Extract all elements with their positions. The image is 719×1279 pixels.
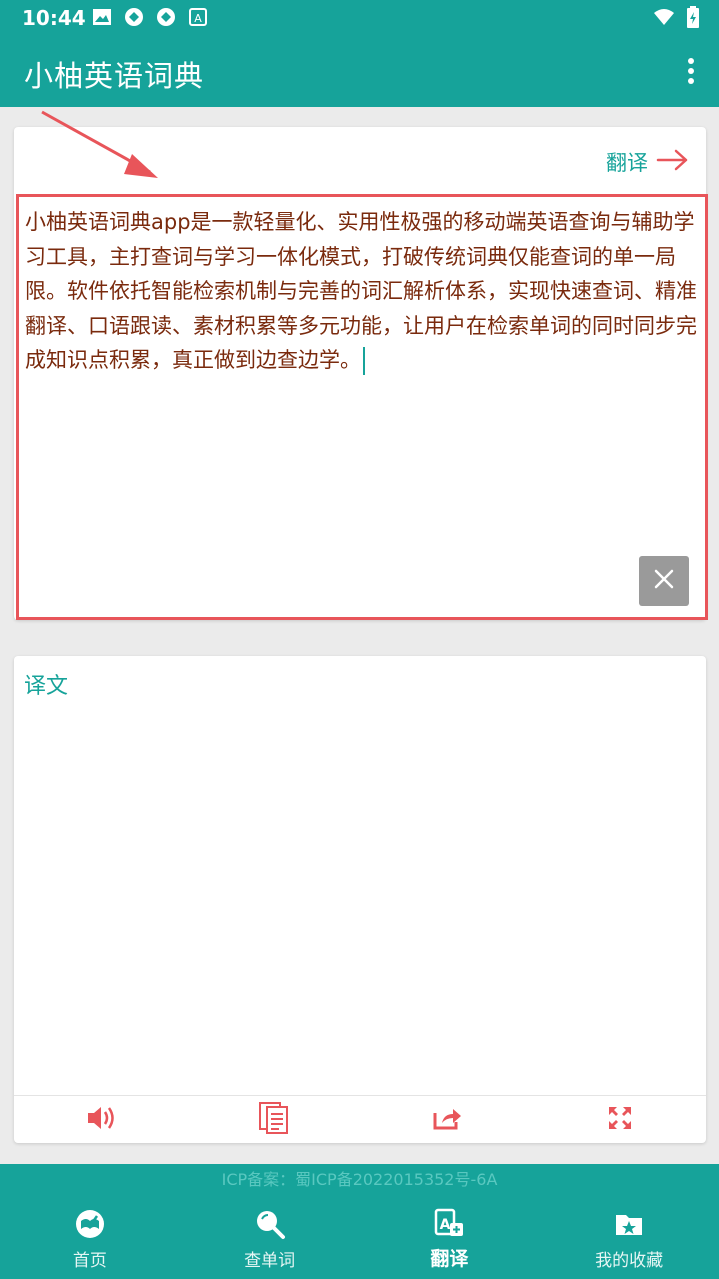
bottom-navigation: 首页 查单词 A 翻译 我的收藏 [0,1196,719,1279]
wifi-icon [653,8,675,30]
translate-button-label: 翻译 [606,151,648,175]
source-text-content[interactable]: 小柚英语词典app是一款轻量化、实用性极强的移动端英语查询与辅助学习工具，主打查… [25,205,701,378]
overflow-menu-icon[interactable] [685,58,697,86]
clear-input-button[interactable] [639,556,689,606]
translation-result-card: 译文 [14,656,706,1143]
nav-favorites[interactable]: 我的收藏 [539,1196,719,1279]
fullscreen-icon [607,1105,633,1135]
copy-document-icon [258,1101,290,1139]
app-logo-icon-2 [156,7,176,27]
fullscreen-button[interactable] [533,1096,706,1143]
nav-lookup-label: 查单词 [244,1251,296,1271]
speaker-icon [86,1104,116,1136]
status-bar: 10:44 A [0,0,719,36]
home-book-icon [74,1208,106,1240]
svg-text:A: A [194,12,202,25]
share-icon [432,1105,462,1135]
translate-button[interactable]: 翻译 [606,147,690,177]
nav-favorites-label: 我的收藏 [595,1251,664,1271]
svg-text:A: A [440,1217,451,1233]
nav-home-label: 首页 [72,1251,107,1271]
close-icon [654,569,674,593]
icp-record: ICP备案：蜀ICP备2022015352号-6A [0,1164,719,1196]
app-bar: 小柚英语词典 [0,36,719,107]
battery-icon [687,6,699,32]
result-toolbar [14,1096,706,1143]
result-label: 译文 [24,674,69,699]
keyboard-a-icon: A [188,7,208,27]
copy-button[interactable] [187,1096,360,1143]
speak-button[interactable] [14,1096,187,1143]
nav-translate[interactable]: A 翻译 [360,1196,540,1279]
status-system-icons [653,6,699,32]
translate-icon: A [433,1208,465,1240]
arrow-right-icon [656,148,690,177]
annotation-arrow [41,110,158,178]
image-icon [92,7,112,27]
text-caret [363,347,365,375]
share-button[interactable] [360,1096,533,1143]
status-time: 10:44 [22,6,86,30]
search-icon [254,1208,286,1240]
nav-home[interactable]: 首页 [0,1196,180,1279]
source-text-input[interactable]: 小柚英语词典app是一款轻量化、实用性极强的移动端英语查询与辅助学习工具，主打查… [16,194,708,620]
nav-lookup[interactable]: 查单词 [180,1196,360,1279]
app-logo-icon [124,7,144,27]
favorites-folder-icon [613,1208,645,1240]
app-title: 小柚英语词典 [24,59,205,93]
nav-translate-label: 翻译 [430,1248,469,1270]
source-text-value: 小柚英语词典app是一款轻量化、实用性极强的移动端英语查询与辅助学习工具，主打查… [25,210,697,372]
status-notification-icons: A [92,7,208,27]
